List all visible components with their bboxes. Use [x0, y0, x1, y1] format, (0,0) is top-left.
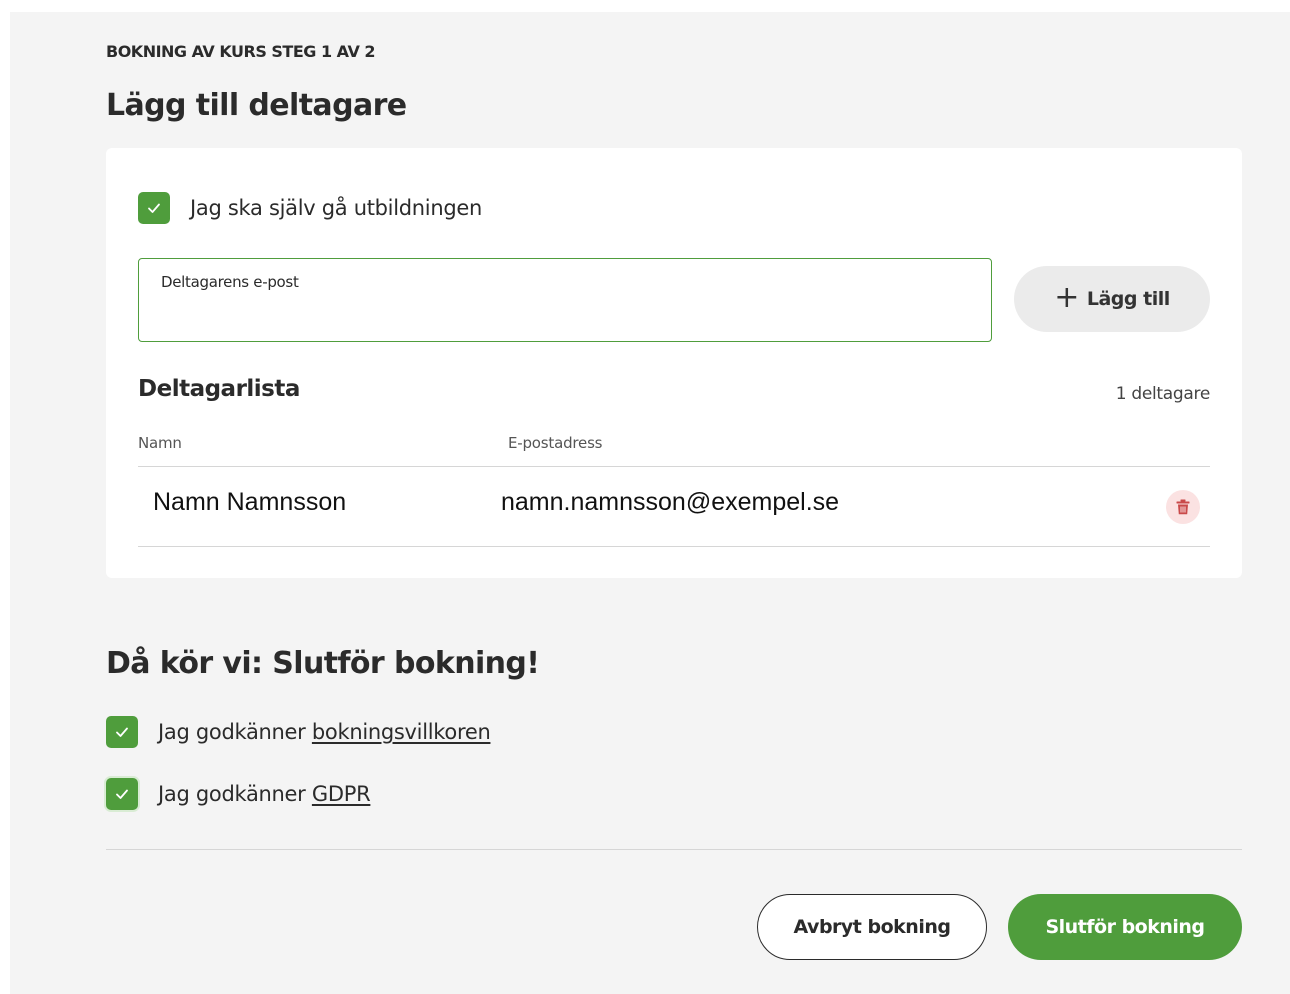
participant-email: namn.namnsson@exempel.se [501, 488, 840, 516]
delete-participant-button[interactable] [1166, 490, 1200, 524]
check-icon [116, 789, 128, 799]
column-header-name: Namn [138, 434, 182, 452]
table-row-divider [138, 546, 1210, 547]
participant-name: Namn Namnsson [153, 488, 347, 516]
check-icon [116, 727, 128, 737]
terms-option[interactable]: Jag godkänner bokningsvillkoren [106, 716, 491, 748]
gdpr-link[interactable]: GDPR [312, 782, 371, 806]
add-participant-button[interactable]: + Lägg till [1014, 266, 1210, 332]
add-participant-label: Lägg till [1086, 288, 1170, 310]
gdpr-prefix: Jag godkänner [158, 782, 312, 806]
self-attend-checkbox[interactable] [138, 192, 170, 224]
terms-checkbox[interactable] [106, 716, 138, 748]
cancel-booking-button[interactable]: Avbryt bokning [757, 894, 987, 960]
complete-booking-button[interactable]: Slutför bokning [1008, 894, 1242, 960]
participant-list-title: Deltagarlista [138, 376, 300, 402]
finish-title: Då kör vi: Slutför bokning! [106, 646, 540, 681]
plus-icon: + [1054, 279, 1079, 315]
participant-email-input[interactable] [161, 301, 965, 331]
terms-label: Jag godkänner bokningsvillkoren [158, 720, 491, 744]
table-header-divider [138, 466, 1210, 467]
participant-count: 1 deltagare [1115, 384, 1211, 404]
page-title: Lägg till deltagare [106, 88, 407, 123]
self-attend-option[interactable]: Jag ska själv gå utbildningen [138, 192, 482, 224]
terms-prefix: Jag godkänner [158, 720, 312, 744]
participant-email-label: Deltagarens e-post [161, 273, 299, 291]
gdpr-option[interactable]: Jag godkänner GDPR [106, 778, 371, 810]
booking-page: BOKNING AV KURS STEG 1 AV 2 Lägg till de… [10, 12, 1290, 994]
gdpr-checkbox[interactable] [106, 778, 138, 810]
step-indicator: BOKNING AV KURS STEG 1 AV 2 [106, 42, 376, 61]
terms-link[interactable]: bokningsvillkoren [312, 720, 491, 744]
participants-card: Jag ska själv gå utbildningen Deltagaren… [106, 148, 1242, 578]
participant-email-field[interactable]: Deltagarens e-post [138, 258, 992, 342]
trash-icon [1176, 499, 1190, 515]
gdpr-label: Jag godkänner GDPR [158, 782, 371, 806]
footer-divider [106, 849, 1242, 850]
self-attend-label: Jag ska själv gå utbildningen [190, 196, 482, 220]
column-header-email: E-postadress [508, 434, 603, 452]
check-icon [148, 203, 160, 213]
